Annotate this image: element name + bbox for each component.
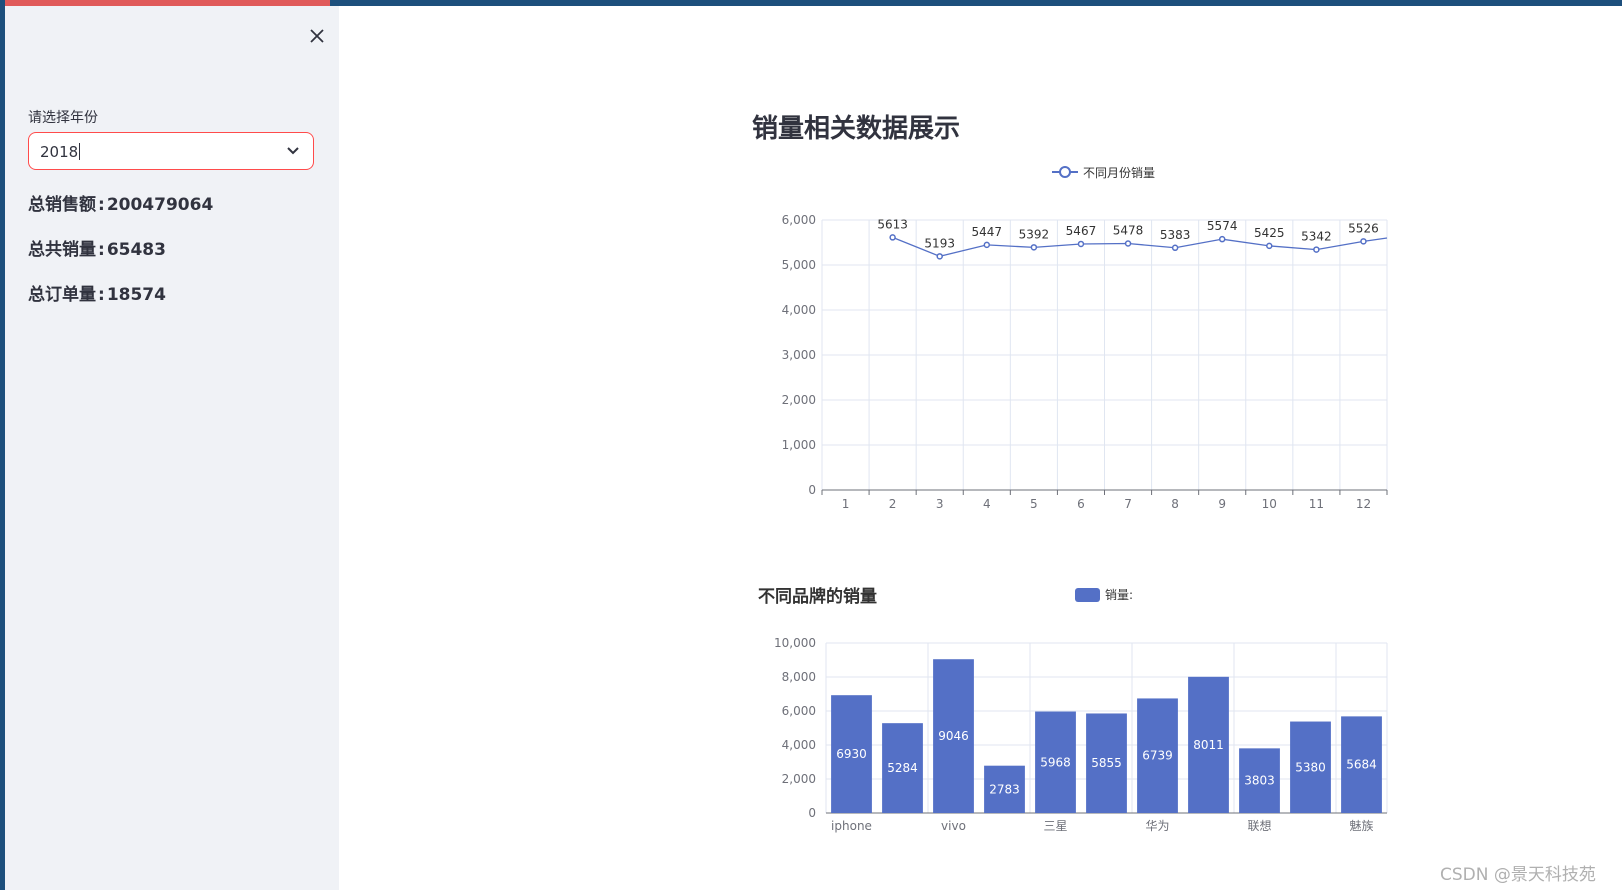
data-label: 5392 <box>1019 227 1050 241</box>
data-label: 5425 <box>1254 226 1285 240</box>
bar-value-label: 6739 <box>1142 749 1173 763</box>
data-point <box>1266 242 1273 250</box>
data-point <box>1313 246 1320 253</box>
y-tick-label: 3,000 <box>782 348 816 362</box>
x-tick-label: 5 <box>1030 497 1038 511</box>
data-label: 5193 <box>924 236 955 250</box>
y-tick-label: 8,000 <box>782 670 816 684</box>
data-point <box>1077 240 1085 248</box>
x-tick-label: 2 <box>889 497 897 511</box>
data-point <box>1124 240 1132 247</box>
y-tick-label: 10,000 <box>774 636 816 650</box>
x-tick-label: 9 <box>1218 497 1226 511</box>
legend-swatch <box>1075 588 1100 602</box>
data-point <box>936 253 943 260</box>
legend-label: 销量: <box>1105 588 1133 602</box>
data-point <box>1218 235 1226 243</box>
bar-value-label: 8011 <box>1193 738 1224 752</box>
x-tick-label: 10 <box>1262 497 1277 511</box>
x-tick-label: 魅族 <box>1349 818 1373 833</box>
x-tick-label: 1 <box>842 497 850 511</box>
x-tick-label: 6 <box>1077 497 1085 511</box>
legend-marker <box>1059 166 1071 178</box>
data-point <box>1171 244 1179 252</box>
y-tick-label: 4,000 <box>782 303 816 317</box>
y-tick-label: 0 <box>808 483 816 497</box>
bar-chart-title: 不同品牌的销量 <box>758 586 877 607</box>
y-tick-label: 6,000 <box>782 704 816 718</box>
y-tick-label: 5,000 <box>782 258 816 272</box>
x-tick-label: 12 <box>1356 497 1371 511</box>
x-tick-label: 华为 <box>1145 819 1169 833</box>
bar-value-label: 5968 <box>1040 755 1071 769</box>
y-tick-label: 0 <box>808 806 816 820</box>
x-tick-label: 联想 <box>1247 818 1271 833</box>
data-label: 5526 <box>1348 221 1379 235</box>
y-tick-label: 4,000 <box>782 738 816 752</box>
bar-value-label: 5684 <box>1346 758 1377 772</box>
x-tick-label: vivo <box>941 819 966 833</box>
data-label: 5613 <box>877 217 908 231</box>
data-label: 5574 <box>1207 219 1238 233</box>
x-tick-label: iphone <box>831 819 872 833</box>
data-point <box>889 234 896 241</box>
data-label: 5467 <box>1066 224 1097 238</box>
x-tick-label: 7 <box>1124 497 1132 511</box>
x-tick-label: 三星 <box>1043 819 1067 833</box>
bar-value-label: 9046 <box>938 729 969 743</box>
x-tick-label: 8 <box>1171 497 1179 511</box>
x-tick-label: 11 <box>1309 497 1324 511</box>
y-tick-label: 2,000 <box>782 393 816 407</box>
legend-label: 不同月份销量 <box>1083 166 1155 180</box>
x-tick-label: 4 <box>983 497 991 511</box>
bar-value-label: 5380 <box>1295 760 1326 774</box>
bar-value-label: 3803 <box>1244 774 1275 788</box>
bar-value-label: 5855 <box>1091 756 1122 770</box>
data-label: 5383 <box>1160 228 1191 242</box>
bar-value-label: 2783 <box>989 782 1020 796</box>
data-point <box>1030 244 1038 251</box>
y-tick-label: 2,000 <box>782 772 816 786</box>
data-label: 5478 <box>1113 223 1144 237</box>
bar-value-label: 5284 <box>887 761 918 775</box>
x-tick-label: 3 <box>936 497 944 511</box>
data-label: 5342 <box>1301 230 1332 244</box>
bar-value-label: 6930 <box>836 747 867 761</box>
y-tick-label: 1,000 <box>782 438 816 452</box>
y-tick-label: 6,000 <box>782 213 816 227</box>
data-point <box>983 241 991 249</box>
data-point <box>1360 238 1367 245</box>
watermark: CSDN @景天科技苑 <box>1440 865 1596 885</box>
charts-canvas: 不同月份销量01,0002,0003,0004,0005,0006,0001 2 3… <box>758 166 1388 833</box>
data-label: 5447 <box>972 225 1003 239</box>
